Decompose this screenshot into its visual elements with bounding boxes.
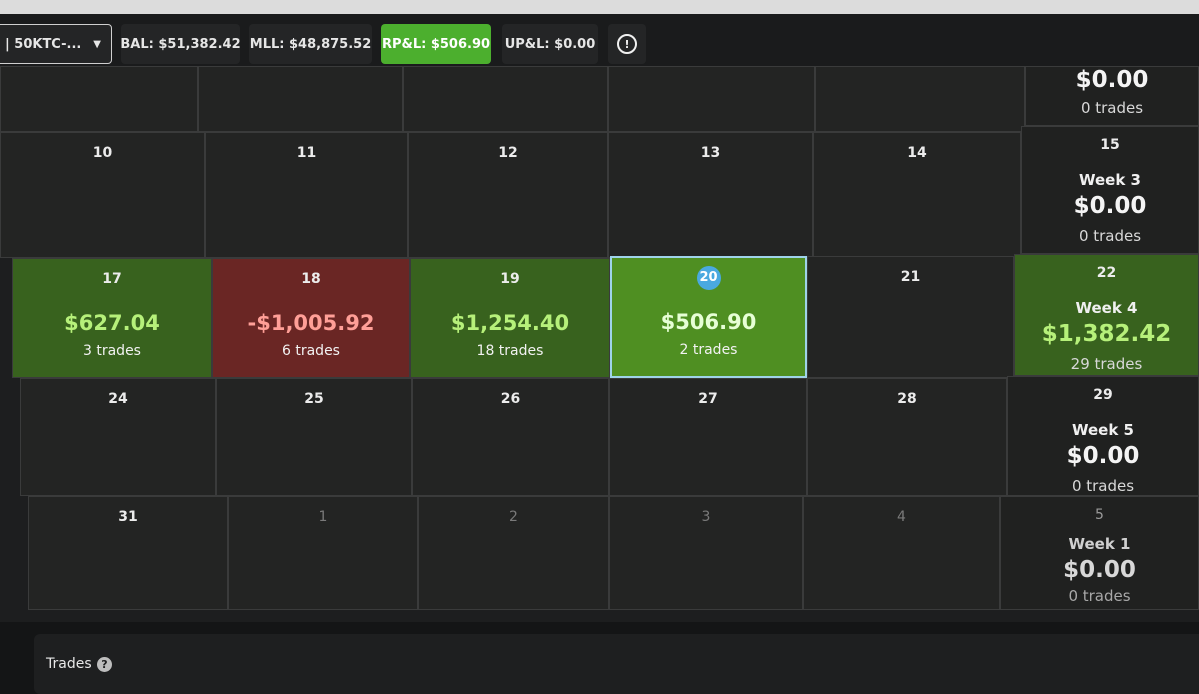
calendar-day-profit[interactable]: 19 $1,254.40 18 trades	[410, 258, 610, 378]
day-number: 22	[1096, 265, 1117, 281]
day-number: 19	[500, 271, 520, 287]
calendar-day[interactable]: 27	[609, 378, 807, 496]
day-number: 17	[102, 271, 122, 287]
week-summary: 15 Week 3 $0.00 0 trades	[1021, 126, 1199, 254]
day-number: 29	[1093, 387, 1113, 403]
day-trades: 2 trades	[679, 342, 738, 358]
day-trades: 6 trades	[282, 343, 340, 359]
mll-chip: MLL: $48,875.52	[249, 24, 372, 64]
day-number: 28	[897, 391, 917, 407]
day-number: 12	[498, 145, 518, 161]
week-trades: 0 trades	[1071, 477, 1135, 495]
day-pnl: -$1,005.92	[247, 311, 375, 335]
week-summary: 22 Week 4 $1,382.42 29 trades	[1014, 254, 1199, 376]
calendar-day-today[interactable]: 20 $506.90 2 trades	[610, 256, 807, 378]
day-number: 25	[304, 391, 324, 407]
calendar-day-other-month[interactable]: 4	[803, 496, 1000, 610]
week-amount: $0.00	[1066, 443, 1140, 469]
calendar-day[interactable]: 31	[28, 496, 228, 610]
alert-icon: !	[617, 34, 637, 54]
calendar-day[interactable]: 11	[205, 132, 408, 258]
calendar-day-other-month[interactable]: 1	[228, 496, 418, 610]
chevron-down-icon: ▼	[93, 38, 101, 50]
trades-title: Trades	[46, 656, 92, 672]
calendar-day[interactable]	[815, 66, 1025, 132]
calendar-day-other-month[interactable]: 3	[609, 496, 803, 610]
day-number: 13	[700, 145, 721, 161]
balance-chip: BAL: $51,382.42	[120, 24, 241, 64]
day-pnl: $627.04	[64, 311, 160, 335]
calendar-day[interactable]: 25	[216, 378, 412, 496]
day-number: 2	[509, 509, 518, 525]
day-number: 31	[118, 509, 138, 525]
week-summary: $0.00 0 trades	[1025, 66, 1199, 126]
week-label: Week 3	[1079, 171, 1141, 189]
calendar-day[interactable]	[198, 66, 403, 132]
week-label: Week 1	[1068, 535, 1131, 553]
day-number: 24	[108, 391, 128, 407]
week-trades: 0 trades	[1078, 227, 1142, 245]
day-number: 3	[701, 509, 711, 525]
unrealized-pnl-chip: UP&L: $0.00	[502, 24, 598, 64]
calendar-day[interactable]: 10	[0, 132, 205, 258]
day-number: 15	[1100, 137, 1120, 153]
account-select[interactable]: | 50KTC-... ▼	[0, 24, 112, 64]
calendar-day[interactable]	[403, 66, 608, 132]
account-select-label: | 50KTC-...	[5, 36, 82, 52]
week-trades: 0 trades	[1068, 587, 1131, 605]
calendar-day[interactable]: 24	[20, 378, 216, 496]
day-pnl: $1,254.40	[450, 311, 570, 335]
calendar-day[interactable]: 28	[807, 378, 1007, 496]
week-label: Week 4	[1075, 299, 1138, 317]
realized-pnl-chip: RP&L: $506.90	[381, 24, 491, 64]
trades-panel	[34, 634, 1199, 694]
week-amount: $1,382.42	[1041, 321, 1172, 347]
calendar-day[interactable]: 14	[813, 132, 1021, 258]
calendar-day-other-month[interactable]: 2	[418, 496, 609, 610]
day-number: 10	[92, 145, 113, 161]
week-summary: 29 Week 5 $0.00 0 trades	[1007, 376, 1199, 496]
day-pnl: $506.90	[660, 310, 757, 334]
week-trades: 0 trades	[1080, 99, 1144, 117]
day-number: 20	[696, 266, 721, 290]
week-amount: $0.00	[1063, 557, 1136, 583]
alert-button[interactable]: !	[608, 24, 646, 64]
day-number: 11	[296, 145, 317, 161]
week-trades: 29 trades	[1070, 355, 1143, 373]
calendar-day-profit[interactable]: 17 $627.04 3 trades	[12, 258, 212, 378]
today-marker: 20	[612, 266, 805, 290]
day-number: 14	[907, 145, 927, 161]
calendar-day[interactable]	[608, 66, 815, 132]
top-strip	[0, 0, 1199, 14]
calendar-day-loss[interactable]: 18 -$1,005.92 6 trades	[212, 258, 410, 378]
week-label: Week 5	[1072, 421, 1134, 439]
day-number: 27	[698, 391, 718, 407]
day-number: 21	[900, 269, 921, 285]
day-number: 26	[500, 391, 521, 407]
week-summary: 5 Week 1 $0.00 0 trades	[1000, 496, 1199, 610]
day-trades: 18 trades	[476, 343, 544, 359]
calendar-day[interactable]: 21	[807, 256, 1014, 378]
calendar-day[interactable]: 12	[408, 132, 608, 258]
day-number: 4	[897, 509, 906, 525]
help-icon[interactable]: ?	[97, 657, 112, 672]
calendar-day[interactable]	[0, 66, 198, 132]
week-amount: $0.00	[1075, 67, 1149, 93]
day-trades: 3 trades	[83, 343, 141, 359]
day-number: 18	[301, 271, 321, 287]
week-amount: $0.00	[1073, 193, 1147, 219]
day-number: 1	[318, 509, 328, 525]
calendar-day[interactable]: 26	[412, 378, 609, 496]
day-number: 5	[1095, 507, 1104, 523]
calendar-day[interactable]: 13	[608, 132, 813, 258]
